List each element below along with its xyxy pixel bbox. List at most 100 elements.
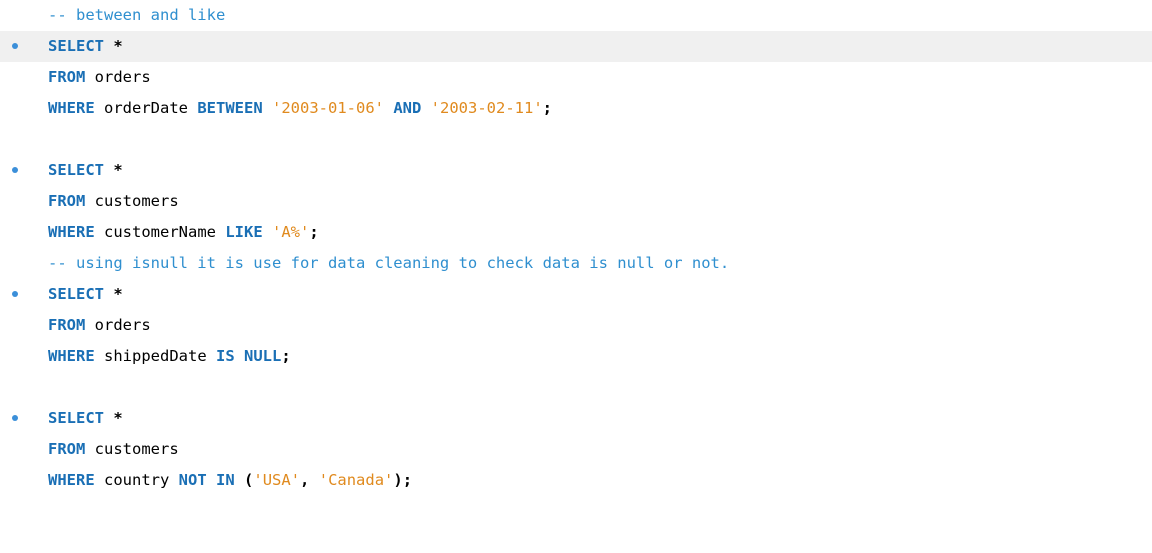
sql-keyword: AND: [393, 99, 422, 117]
sql-token: orders: [85, 316, 151, 334]
code-line[interactable]: WHERE customerName LIKE 'A%';: [0, 217, 1152, 248]
sql-keyword: SELECT: [48, 37, 104, 55]
code-text: FROM customers: [48, 186, 179, 217]
sql-string: 'Canada': [318, 471, 394, 489]
sql-token: (: [244, 471, 254, 489]
line-gutter: [0, 124, 47, 155]
bullet-icon: [12, 291, 18, 297]
sql-keyword: IS: [216, 347, 235, 365]
sql-token: ;: [542, 99, 552, 117]
code-line[interactable]: [0, 372, 1152, 403]
sql-keyword: FROM: [48, 316, 86, 334]
code-line[interactable]: WHERE shippedDate IS NULL;: [0, 341, 1152, 372]
sql-token: orderDate: [94, 99, 198, 117]
code-line[interactable]: FROM orders: [0, 62, 1152, 93]
code-line[interactable]: SELECT *: [0, 31, 1152, 62]
line-gutter: [0, 155, 47, 186]
sql-string: 'USA': [253, 471, 301, 489]
bullet-icon: [12, 43, 18, 49]
code-text: SELECT *: [48, 31, 123, 62]
sql-code-editor[interactable]: -- between and like SELECT * FROM orders WH…: [0, 0, 1152, 553]
code-text: -- using isnull it is use for data clean…: [48, 248, 729, 279]
sql-keyword: NOT: [178, 471, 207, 489]
sql-token: ;: [281, 347, 291, 365]
sql-token: shippedDate: [94, 347, 216, 365]
line-gutter: [0, 186, 47, 217]
sql-token: customers: [85, 440, 179, 458]
line-gutter: [0, 341, 47, 372]
sql-keyword: BETWEEN: [197, 99, 263, 117]
sql-string: 'A%': [272, 223, 310, 241]
code-text: FROM orders: [48, 310, 151, 341]
code-line[interactable]: WHERE country NOT IN ('USA', 'Canada');: [0, 465, 1152, 496]
line-gutter: [0, 31, 47, 62]
sql-token: ,: [300, 471, 310, 489]
sql-comment: -- using isnull it is use for data clean…: [48, 254, 730, 272]
sql-token: orders: [85, 68, 151, 86]
sql-string: '2003-01-06': [272, 99, 384, 117]
sql-token: customers: [85, 192, 179, 210]
sql-token: country: [94, 471, 179, 489]
line-gutter: [0, 465, 47, 496]
sql-token: *: [113, 285, 123, 303]
bullet-icon: [12, 167, 18, 173]
sql-token: *: [113, 409, 123, 427]
line-gutter: [0, 217, 47, 248]
sql-keyword: SELECT: [48, 285, 104, 303]
sql-keyword: WHERE: [48, 223, 95, 241]
sql-comment: -- between and like: [48, 6, 226, 24]
sql-token: *: [113, 37, 123, 55]
line-gutter: [0, 62, 47, 93]
code-line[interactable]: FROM customers: [0, 186, 1152, 217]
code-text: WHERE country NOT IN ('USA', 'Canada');: [48, 465, 412, 496]
code-text: SELECT *: [48, 279, 123, 310]
sql-keyword: SELECT: [48, 161, 104, 179]
line-gutter: [0, 310, 47, 341]
code-text: SELECT *: [48, 403, 123, 434]
line-gutter: [0, 434, 47, 465]
sql-keyword: SELECT: [48, 409, 104, 427]
sql-token: );: [393, 471, 413, 489]
line-gutter: [0, 0, 47, 31]
code-text: FROM orders: [48, 62, 151, 93]
sql-keyword: WHERE: [48, 471, 95, 489]
code-text: WHERE shippedDate IS NULL;: [48, 341, 291, 372]
code-line[interactable]: SELECT *: [0, 155, 1152, 186]
sql-keyword: FROM: [48, 68, 86, 86]
sql-keyword: FROM: [48, 192, 86, 210]
code-line[interactable]: WHERE orderDate BETWEEN '2003-01-06' AND…: [0, 93, 1152, 124]
code-text: FROM customers: [48, 434, 179, 465]
line-gutter: [0, 93, 47, 124]
code-line[interactable]: [0, 124, 1152, 155]
code-line[interactable]: SELECT *: [0, 403, 1152, 434]
code-text: WHERE orderDate BETWEEN '2003-01-06' AND…: [48, 93, 552, 124]
line-gutter: [0, 372, 47, 403]
code-text: SELECT *: [48, 155, 123, 186]
code-line[interactable]: -- between and like: [0, 0, 1152, 31]
sql-token: *: [113, 161, 123, 179]
code-line[interactable]: -- using isnull it is use for data clean…: [0, 248, 1152, 279]
line-gutter: [0, 403, 47, 434]
sql-keyword: FROM: [48, 440, 86, 458]
sql-token: ;: [309, 223, 319, 241]
sql-keyword: NULL: [244, 347, 282, 365]
sql-token: customerName: [94, 223, 226, 241]
code-line[interactable]: FROM customers: [0, 434, 1152, 465]
code-line[interactable]: SELECT *: [0, 279, 1152, 310]
line-gutter: [0, 248, 47, 279]
sql-keyword: LIKE: [225, 223, 263, 241]
code-line[interactable]: FROM orders: [0, 310, 1152, 341]
sql-keyword: IN: [216, 471, 235, 489]
sql-string: '2003-02-11': [430, 99, 543, 117]
sql-keyword: WHERE: [48, 347, 95, 365]
